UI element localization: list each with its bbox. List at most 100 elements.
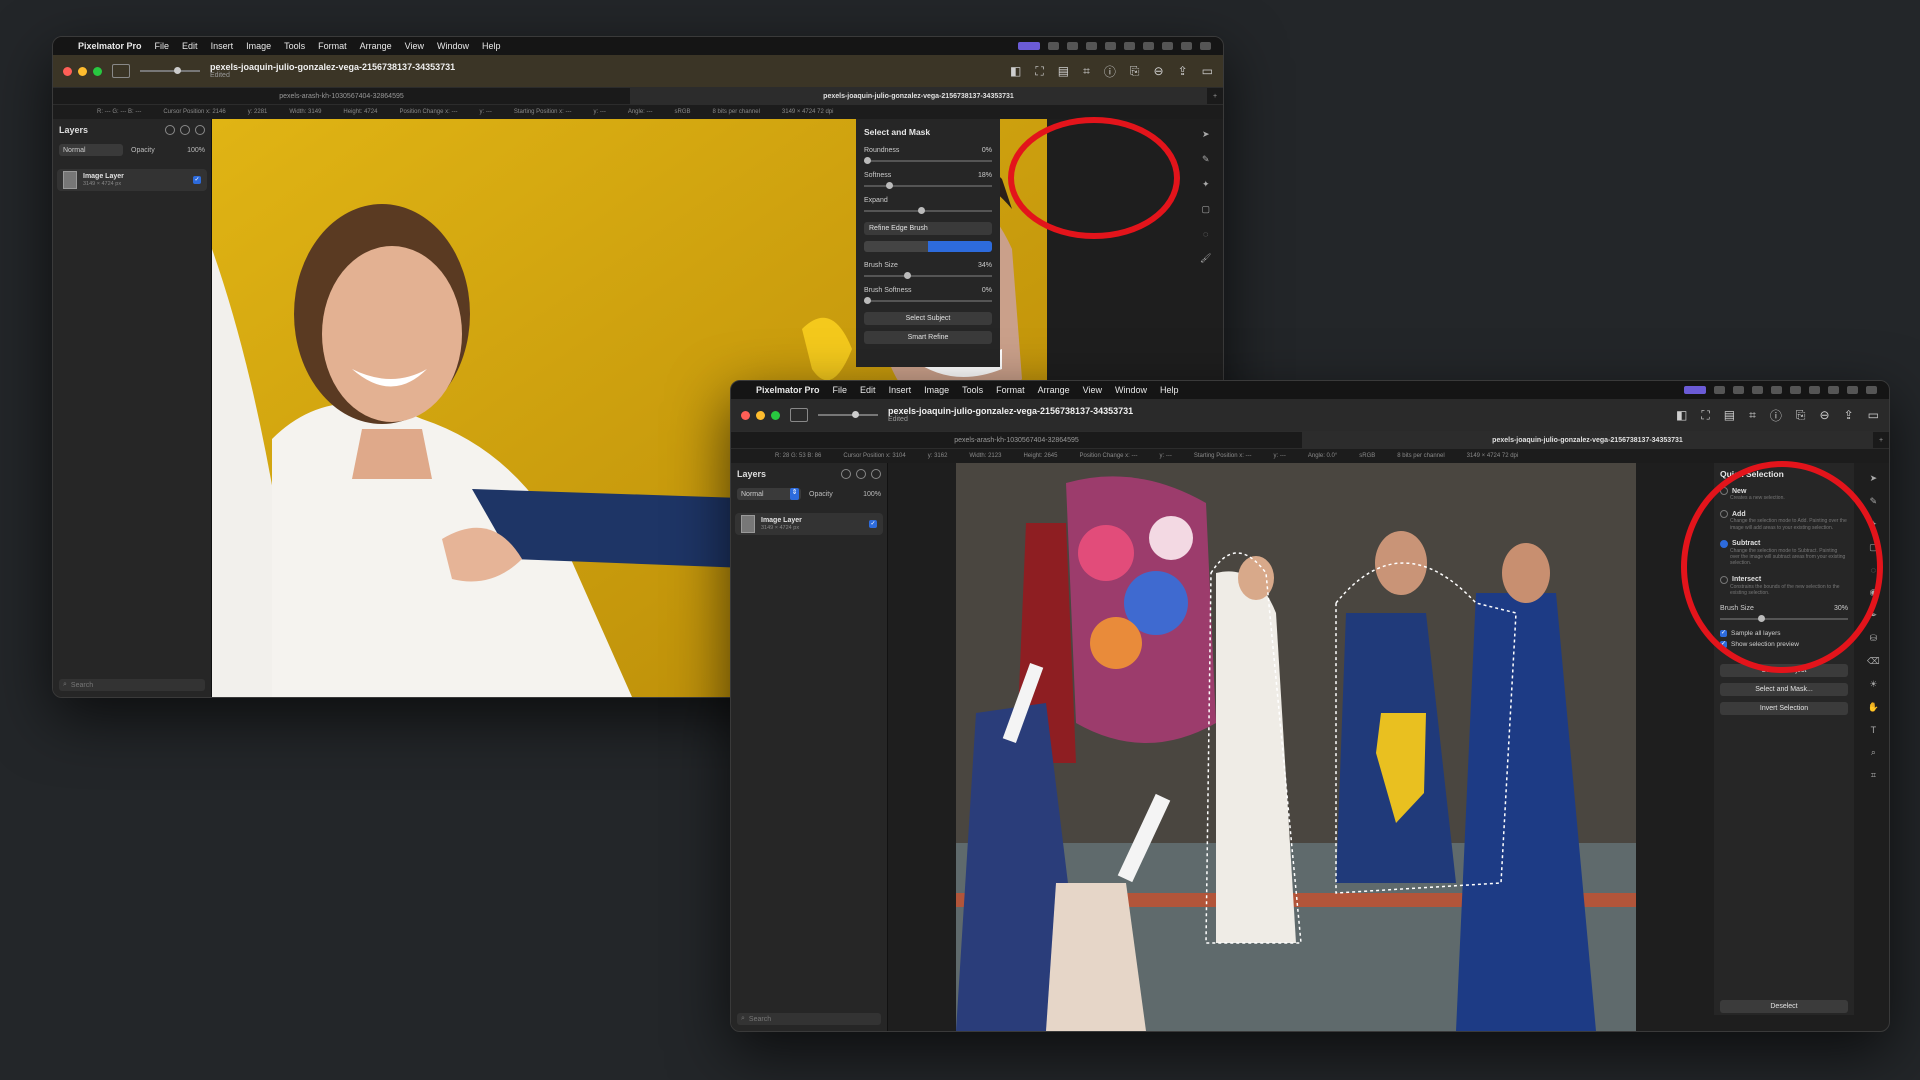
menu-edit[interactable]: Edit	[860, 385, 876, 395]
softness-slider[interactable]	[864, 182, 992, 189]
mask-icon[interactable]	[856, 469, 866, 479]
arrow-tool-icon[interactable]: ➤	[1202, 129, 1210, 140]
stack-icon[interactable]	[871, 469, 881, 479]
menu-image[interactable]: Image	[924, 385, 949, 395]
color-adjust-icon[interactable]: ☀	[1869, 679, 1877, 690]
crop-tool-icon[interactable]: ⌗	[1871, 770, 1876, 781]
tab-document-1[interactable]: pexels-arash-kh-1030567404-32864595	[53, 88, 630, 104]
menu-file[interactable]: File	[155, 41, 170, 51]
close-button[interactable]	[63, 66, 72, 76]
layer-options-icon[interactable]	[165, 125, 175, 135]
invert-selection-button[interactable]: Invert Selection	[1720, 702, 1848, 715]
minimize-button[interactable]	[78, 66, 87, 76]
retouch-tool-icon[interactable]: ✦	[1202, 179, 1210, 190]
menu-tools[interactable]: Tools	[284, 41, 305, 51]
menu-arrange[interactable]: Arrange	[360, 41, 392, 51]
share-icon[interactable]: ⇪	[1178, 64, 1188, 78]
arrange-icon[interactable]: ◧	[1676, 408, 1687, 422]
menu-format[interactable]: Format	[318, 41, 347, 51]
menu-file[interactable]: File	[833, 385, 848, 395]
share-icon[interactable]: ⇪	[1844, 408, 1854, 422]
app-menu[interactable]: Pixelmator Pro	[78, 41, 142, 51]
brush-size-value[interactable]: 34%	[978, 262, 992, 269]
select-and-mask-button[interactable]: Select and Mask...	[1720, 683, 1848, 696]
zoom-slider[interactable]	[818, 411, 878, 418]
inspector-toggle-icon[interactable]: ▭	[1202, 64, 1213, 78]
layer-item[interactable]: Image Layer 3149 × 4724 px ✓	[735, 513, 883, 535]
new-tab-icon[interactable]: +	[1873, 432, 1889, 448]
menu-insert[interactable]: Insert	[211, 41, 234, 51]
menu-edit[interactable]: Edit	[182, 41, 198, 51]
layer-options-icon[interactable]	[841, 469, 851, 479]
select-subject-button[interactable]: Select Subject	[864, 312, 992, 325]
effects-icon[interactable]: ▤	[1724, 408, 1735, 422]
menu-help[interactable]: Help	[482, 41, 501, 51]
brush-mode-segmented[interactable]	[864, 241, 992, 252]
smart-refine-button[interactable]: Smart Refine	[864, 331, 992, 344]
menu-tools[interactable]: Tools	[962, 385, 983, 395]
zoom-button[interactable]	[771, 410, 780, 420]
brush-size-slider[interactable]	[864, 272, 992, 279]
sidebar-toggle-icon[interactable]	[112, 64, 130, 78]
zoom-slider[interactable]	[140, 67, 200, 74]
brush-tool-icon[interactable]: 🖌	[1200, 253, 1211, 264]
arrange-icon[interactable]: ◧	[1010, 64, 1021, 78]
layer-visibility-checkbox[interactable]: ✓	[869, 520, 877, 528]
selection-tool-icon[interactable]: ▢	[1201, 204, 1210, 215]
sidebar-toggle-icon[interactable]	[790, 408, 808, 422]
bucket-tool-icon[interactable]: ⛁	[1870, 633, 1878, 644]
menu-format[interactable]: Format	[996, 385, 1025, 395]
menu-image[interactable]: Image	[246, 41, 271, 51]
layers-search-input[interactable]: ⌕ Search	[737, 1013, 881, 1025]
more-icon[interactable]: ⊖	[1820, 408, 1830, 422]
menu-insert[interactable]: Insert	[889, 385, 912, 395]
layers-search-input[interactable]: ⌕ Search	[59, 679, 205, 691]
zoom-button[interactable]	[93, 66, 102, 76]
brush-softness-value[interactable]: 0%	[982, 287, 992, 294]
blend-mode-select[interactable]: Normal	[737, 488, 801, 500]
info-icon[interactable]: ⓘ	[1104, 63, 1116, 80]
crop-icon[interactable]: ⌗	[1749, 408, 1756, 423]
new-tab-icon[interactable]: +	[1207, 88, 1223, 104]
selection-icon[interactable]: ⛶	[1701, 408, 1709, 423]
softness-value[interactable]: 18%	[978, 172, 992, 179]
export-icon[interactable]: ⎘	[1796, 408, 1806, 423]
menu-view[interactable]: View	[405, 41, 424, 51]
layer-item[interactable]: Image Layer 3149 × 4724 px ✓	[57, 169, 207, 191]
menu-help[interactable]: Help	[1160, 385, 1179, 395]
tab-document-2[interactable]: pexels-joaquin-julio-gonzalez-vega-21567…	[630, 88, 1207, 104]
menu-window[interactable]: Window	[1115, 385, 1147, 395]
brush-type-dropdown[interactable]: Refine Edge Brush	[864, 222, 992, 235]
eraser-tool-icon[interactable]: ⌫	[1867, 656, 1880, 667]
minimize-button[interactable]	[756, 410, 765, 420]
brush-add-segment[interactable]	[864, 241, 928, 252]
lasso-tool-icon[interactable]: ◌	[1203, 229, 1208, 239]
menu-view[interactable]: View	[1083, 385, 1102, 395]
layer-visibility-checkbox[interactable]: ✓	[193, 176, 201, 184]
stack-icon[interactable]	[195, 125, 205, 135]
more-icon[interactable]: ⊖	[1154, 64, 1164, 78]
selection-icon[interactable]: ⛶	[1035, 64, 1043, 79]
tab-document-2[interactable]: pexels-joaquin-julio-gonzalez-vega-21567…	[1302, 432, 1873, 448]
close-button[interactable]	[741, 410, 750, 420]
type-tool-icon[interactable]: T	[1871, 725, 1877, 735]
roundness-value[interactable]: 0%	[982, 147, 992, 154]
image-canvas[interactable]	[956, 463, 1636, 1031]
brush-softness-slider[interactable]	[864, 297, 992, 304]
blend-mode-select[interactable]: Normal	[59, 144, 123, 156]
brush-subtract-segment[interactable]	[928, 241, 992, 252]
paint-tool-icon[interactable]: ✎	[1202, 154, 1210, 165]
hand-tool-icon[interactable]: ✋	[1868, 702, 1879, 713]
menu-arrange[interactable]: Arrange	[1038, 385, 1070, 395]
arrow-tool-icon[interactable]: ➤	[1870, 473, 1878, 484]
tab-document-1[interactable]: pexels-arash-kh-1030567404-32864595	[731, 432, 1302, 448]
opacity-value[interactable]: 100%	[863, 491, 881, 498]
paint-tool-icon[interactable]: ✎	[1870, 496, 1878, 507]
opacity-value[interactable]: 100%	[187, 147, 205, 154]
crop-icon[interactable]: ⌗	[1083, 64, 1090, 79]
app-menu[interactable]: Pixelmator Pro	[756, 385, 820, 395]
menu-window[interactable]: Window	[437, 41, 469, 51]
inspector-toggle-icon[interactable]: ▭	[1868, 408, 1879, 422]
expand-slider[interactable]	[864, 207, 992, 214]
export-icon[interactable]: ⎘	[1130, 64, 1140, 79]
